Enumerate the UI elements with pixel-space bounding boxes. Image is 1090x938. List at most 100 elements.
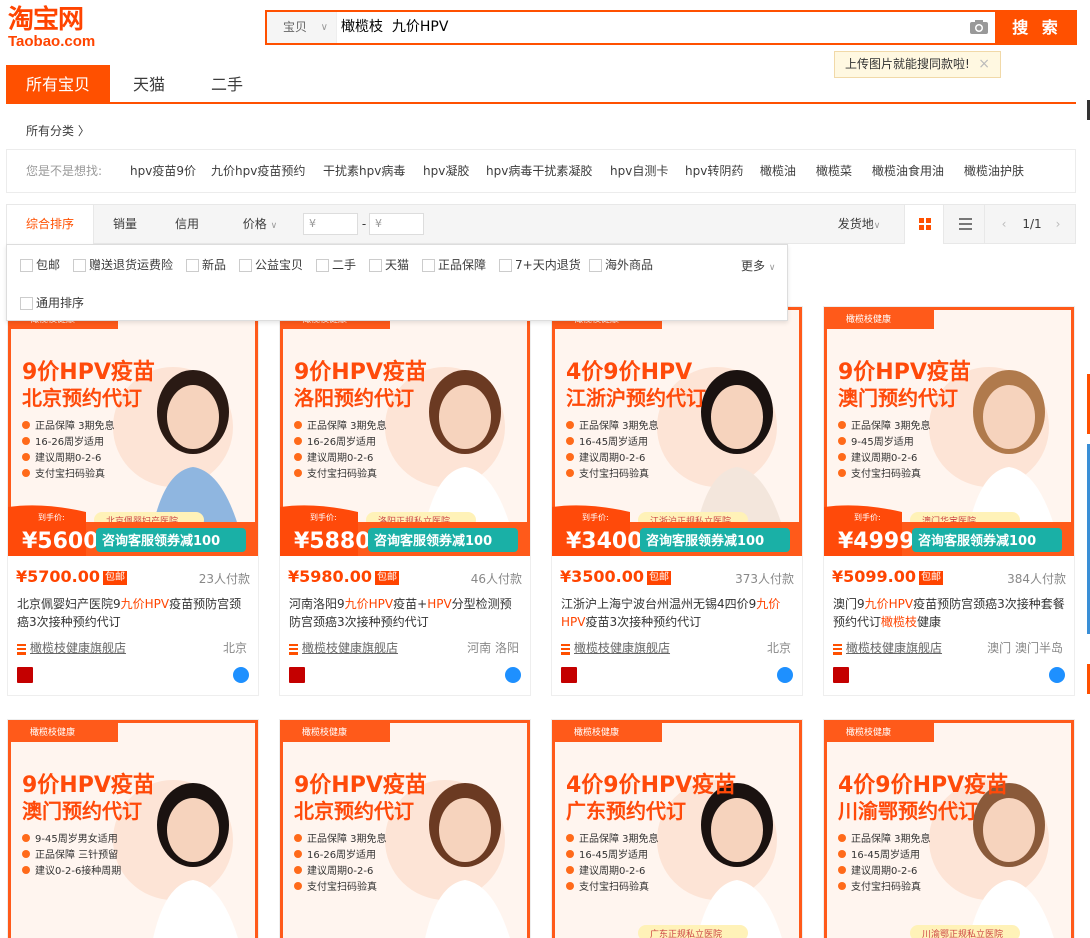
svg-text:4价9价HPV: 4价9价HPV (566, 360, 692, 385)
chevron-right-icon[interactable]: › (1051, 205, 1065, 243)
sort-sales[interactable]: 销量 (97, 205, 153, 243)
filter-free-shipping[interactable]: 包邮 (20, 257, 60, 273)
product-image[interactable]: 橄榄枝健康 9价HPV疫苗 澳门预约代订 9-45周岁男女适用正品保障 三针预留… (8, 720, 258, 938)
wangwang-chat-icon[interactable] (777, 667, 793, 683)
suggest-row: 您是不是想找: hpv疫苗9价 九价hpv疫苗预约 干扰素hpv病毒 hpv凝胶… (6, 149, 1076, 193)
product-card[interactable]: 橄榄枝健康 9价HPV疫苗 澳门预约代订 9-45周岁男女适用 正品保障 三针预留… (7, 719, 259, 938)
ship-from-filter[interactable]: 发货地∨ (829, 205, 889, 245)
product-image[interactable]: 橄榄枝健康 4价9价HPV疫苗 川渝鄂预约代订 正品保障 3期免息 16-45周岁… (824, 720, 1074, 938)
product-thumbnail[interactable]: 橄榄枝健康 4价9价HPV 江浙沪预约代订 正品保障 3期免息16-45周岁适用… (552, 307, 802, 556)
camera-icon[interactable] (969, 19, 989, 35)
shop-name[interactable]: 橄榄枝健康旗舰店 (561, 641, 670, 655)
suggest-item[interactable]: 干扰素hpv病毒 (323, 150, 405, 192)
product-card[interactable]: 橄榄枝健康 9价HPV疫苗 北京预约代订 正品保障 3期免息16-26周岁适用建… (279, 719, 531, 938)
title-segment: 橄榄枝 (881, 615, 918, 629)
product-card[interactable]: 橄榄枝健康 9价HPV疫苗 洛阳预约代订 正品保障 3期免息16-26周岁适用建… (279, 306, 531, 696)
price-min-input[interactable]: ¥ (303, 213, 358, 235)
filter-second-hand[interactable]: 二手 (316, 257, 356, 273)
svg-text:正品保障 3期免息: 正品保障 3期免息 (35, 419, 115, 432)
filter-new[interactable]: 新品 (186, 257, 226, 273)
svg-text:9价HPV疫苗: 9价HPV疫苗 (294, 359, 427, 385)
tab-tmall[interactable]: 天猫 (110, 65, 188, 104)
product-title[interactable]: 河南洛阳9九价HPV疫苗+HPV分型检测预防宫颈癌3次接种预约代订 (289, 595, 521, 631)
price-max-input[interactable]: ¥ (369, 213, 424, 235)
chevron-left-icon[interactable]: ‹ (997, 205, 1011, 243)
suggest-item[interactable]: hpv自测卡 (610, 150, 668, 192)
free-shipping-badge: 包邮 (647, 571, 672, 585)
product-thumbnail[interactable]: 橄榄枝健康 4价9价HPV疫苗 川渝鄂预约代订 正品保障 3期免息 16-45周岁… (824, 720, 1074, 938)
taobao-logo[interactable]: 淘宝网 Taobao.com (8, 6, 118, 52)
filter-general-sort[interactable]: 通用排序 (20, 295, 84, 311)
product-image[interactable]: 橄榄枝健康 9价HPV疫苗 澳门预约代订 正品保障 3期免息 9-45周岁适用建议… (824, 307, 1074, 556)
shop-name[interactable]: 橄榄枝健康旗舰店 (289, 641, 398, 655)
ship-from-label: 发货地 (837, 217, 874, 231)
svg-text:川渝鄂正规私立医院: 川渝鄂正规私立医院 (922, 928, 1003, 938)
title-segment: 健康 (917, 615, 942, 629)
product-card[interactable]: 橄榄枝健康 9价HPV疫苗 北京预约代订 正品保障 3期免息16-26周岁适用建… (7, 306, 259, 696)
search-category-select[interactable]: 宝贝 ∨ (267, 12, 337, 43)
filter-return-insurance[interactable]: 赠送退货运费险 (73, 257, 173, 273)
wangwang-chat-icon[interactable] (1049, 667, 1065, 683)
wangwang-chat-icon[interactable] (233, 667, 249, 683)
tab-all-items[interactable]: 所有宝贝 (6, 65, 110, 104)
sort-default[interactable]: 综合排序 (7, 205, 94, 244)
shop-name[interactable]: 橄榄枝健康旗舰店 (833, 641, 942, 655)
product-card[interactable]: 橄榄枝健康 4价9价HPV 江浙沪预约代订 正品保障 3期免息16-45周岁适用… (551, 306, 803, 696)
breadcrumb[interactable]: 所有分类 〉 (26, 122, 90, 139)
product-thumbnail[interactable]: 橄榄枝健康 9价HPV疫苗 澳门预约代订 正品保障 3期免息 9-45周岁适用 建议… (824, 307, 1074, 556)
free-shipping-badge: 包邮 (919, 571, 944, 585)
sort-price[interactable]: 价格 ∨ (225, 205, 295, 245)
search-button[interactable]: 搜 索 (997, 10, 1077, 45)
svg-text:16-26周岁适用: 16-26周岁适用 (35, 435, 104, 448)
product-image[interactable]: 橄榄枝健康 9价HPV疫苗 北京预约代订 正品保障 3期免息16-26周岁适用建… (8, 307, 258, 556)
product-card[interactable]: 橄榄枝健康 4价9价HPV疫苗 川渝鄂预约代订 正品保障 3期免息 16-45周岁… (823, 719, 1075, 938)
product-card[interactable]: 橄榄枝健康 9价HPV疫苗 澳门预约代订 正品保障 3期免息 9-45周岁适用 建议… (823, 306, 1075, 696)
svg-text:4价9价HPV疫苗: 4价9价HPV疫苗 (566, 772, 736, 798)
list-view-button[interactable] (945, 205, 985, 244)
suggest-item[interactable]: hpv凝胶 (423, 150, 469, 192)
filter-charity[interactable]: 公益宝贝 (239, 257, 303, 273)
svg-text:建议周期0-2-6: 建议周期0-2-6 (579, 864, 645, 877)
svg-text:建议周期0-2-6: 建议周期0-2-6 (851, 864, 917, 877)
filter-genuine[interactable]: 正品保障 (422, 257, 486, 273)
product-card[interactable]: 橄榄枝健康 4价9价HPV疫苗 广东预约代订 正品保障 3期免息 16-45周岁适… (551, 719, 803, 938)
product-image[interactable]: 橄榄枝健康 9价HPV疫苗 北京预约代订 正品保障 3期免息16-26周岁适用建… (280, 720, 530, 938)
product-thumbnail[interactable]: 橄榄枝健康 9价HPV疫苗 北京预约代订 正品保障 3期免息16-26周岁适用建… (280, 720, 530, 938)
product-title[interactable]: 北京佩婴妇产医院9九价HPV疫苗预防宫颈癌3次接种预约代订 (17, 595, 249, 631)
svg-text:江浙沪预约代订: 江浙沪预约代订 (566, 386, 706, 410)
search-input[interactable] (341, 12, 961, 43)
shop-location: 河南 洛阳 (467, 641, 519, 655)
grid-view-button[interactable] (904, 205, 944, 244)
suggest-item[interactable]: hpv病毒干扰素凝胶 (486, 150, 592, 192)
suggest-item[interactable]: 橄榄油食用油 (872, 150, 944, 192)
suggest-item[interactable]: 橄榄油 (760, 150, 796, 192)
product-thumbnail[interactable]: 橄榄枝健康 4价9价HPV疫苗 广东预约代订 正品保障 3期免息 16-45周岁适… (552, 720, 802, 938)
product-title[interactable]: 江浙沪上海宁波台州温州无锡4四价9九价 HPV疫苗3次接种预约代订 (561, 595, 793, 631)
product-thumbnail[interactable]: 橄榄枝健康 9价HPV疫苗 北京预约代订 正品保障 3期免息16-26周岁适用建… (8, 307, 258, 556)
product-title[interactable]: 澳门9九价HPV疫苗预防宫颈癌3次接种套餐预约代订橄榄枝健康 (833, 595, 1065, 631)
product-image[interactable]: 橄榄枝健康 9价HPV疫苗 洛阳预约代订 正品保障 3期免息16-26周岁适用建… (280, 307, 530, 556)
filter-7day-return[interactable]: 7+天内退货 (499, 257, 581, 273)
shop-location: 北京 (222, 641, 247, 655)
svg-text:支付宝扫码验真: 支付宝扫码验真 (579, 880, 649, 893)
suggest-item[interactable]: 橄榄菜 (816, 150, 852, 192)
filter-more-button[interactable]: 更多 ∨ (741, 257, 775, 274)
wangwang-chat-icon[interactable] (505, 667, 521, 683)
svg-text:橄榄枝健康: 橄榄枝健康 (302, 726, 347, 738)
svg-text:广东预约代订: 广东预约代订 (566, 799, 686, 823)
product-thumbnail[interactable]: 橄榄枝健康 9价HPV疫苗 澳门预约代订 9-45周岁男女适用 正品保障 三针预留… (8, 720, 258, 938)
filter-tmall[interactable]: 天猫 (369, 257, 409, 273)
product-thumbnail[interactable]: 橄榄枝健康 9价HPV疫苗 洛阳预约代订 正品保障 3期免息16-26周岁适用建… (280, 307, 530, 556)
suggest-item[interactable]: 橄榄油护肤 (964, 150, 1024, 192)
filter-overseas[interactable]: 海外商品 (589, 257, 653, 273)
suggest-item[interactable]: hpv疫苗9价 (130, 150, 196, 192)
tab-second-hand[interactable]: 二手 (188, 65, 266, 104)
shop-name[interactable]: 橄榄枝健康旗舰店 (17, 641, 126, 655)
svg-text:咨询客服领券减100: 咨询客服领券减100 (646, 533, 764, 549)
suggest-item[interactable]: 九价hpv疫苗预约 (211, 150, 305, 192)
suggest-item[interactable]: hpv转阴药 (685, 150, 743, 192)
product-price: ¥5980.00 (288, 567, 373, 586)
product-image[interactable]: 橄榄枝健康 4价9价HPV 江浙沪预约代订 正品保障 3期免息16-45周岁适用… (552, 307, 802, 556)
sort-credit[interactable]: 信用 (159, 205, 215, 243)
product-image[interactable]: 橄榄枝健康 4价9价HPV疫苗 广东预约代订 正品保障 3期免息 16-45周岁适… (552, 720, 802, 938)
